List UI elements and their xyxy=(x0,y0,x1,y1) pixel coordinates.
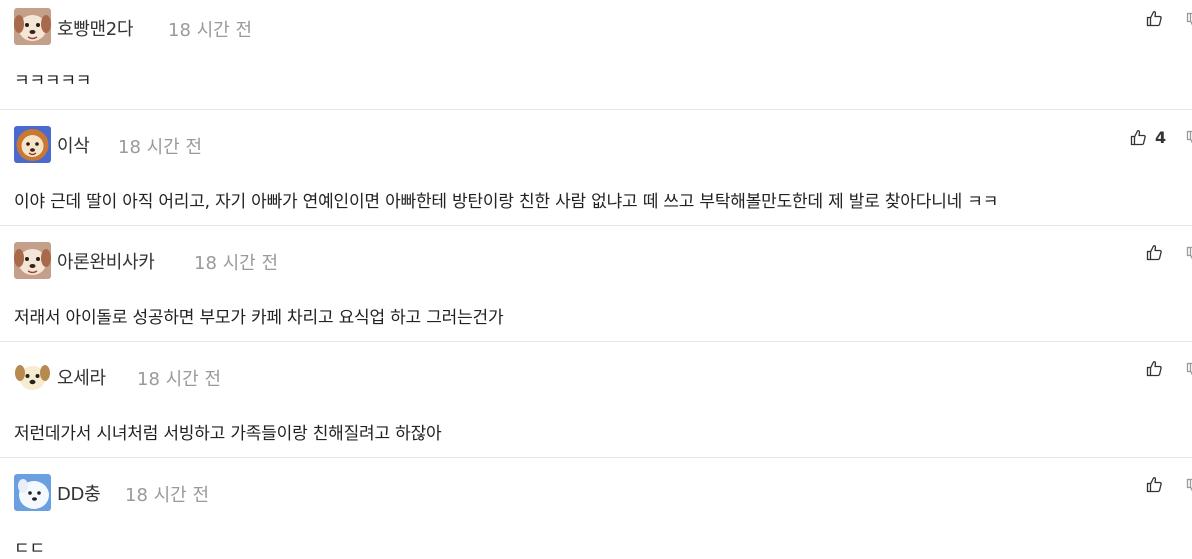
avatar[interactable] xyxy=(14,126,51,163)
avatar[interactable] xyxy=(14,8,51,45)
comment-username[interactable]: 이삭 xyxy=(57,132,90,158)
comment-text: ㄷㄷ xyxy=(14,539,45,559)
comment-item: 이삭 18 시간 전 4 이야 근데 딸이 아직 어리고, 자기 아빠가 연예인… xyxy=(0,110,1192,226)
comment-item: DD충 18 시간 전 ㄷㄷ xyxy=(0,458,1192,559)
thumbs-up-icon xyxy=(1146,245,1162,261)
lion-face-icon xyxy=(14,126,51,163)
dislike-button[interactable] xyxy=(1186,362,1192,380)
comment-item: 오세라 18 시간 전 저런데가서 시녀처럼 서빙하고 가족들이랑 친해질려고 … xyxy=(0,342,1192,458)
comment-username[interactable]: 아론완비사카 xyxy=(57,248,155,274)
like-button[interactable] xyxy=(1146,244,1171,261)
dislike-button[interactable] xyxy=(1186,12,1192,30)
comment-text: 저런데가서 시녀처럼 서빙하고 가족들이랑 친해질려고 하잖아 xyxy=(14,424,442,444)
comment-item: 호빵맨2다 18 시간 전 ㅋㅋㅋㅋㅋ xyxy=(0,0,1192,110)
thumbs-up-icon xyxy=(1146,477,1162,493)
dog-face-icon xyxy=(14,8,51,45)
comment-username[interactable]: DD충 xyxy=(57,480,101,506)
comment-time: 18 시간 전 xyxy=(137,369,222,390)
white-dog-icon xyxy=(14,474,51,511)
like-button[interactable] xyxy=(1146,360,1171,377)
thumbs-down-icon xyxy=(1186,12,1192,26)
thumbs-down-icon xyxy=(1186,478,1192,492)
comment-time: 18 시간 전 xyxy=(168,20,253,41)
avatar[interactable] xyxy=(14,242,51,279)
comment-username[interactable]: 오세라 xyxy=(57,364,106,390)
thumbs-down-icon xyxy=(1186,130,1192,144)
dislike-button[interactable] xyxy=(1186,246,1192,264)
dog-face-icon xyxy=(14,242,51,279)
comment-time: 18 시간 전 xyxy=(194,253,279,274)
comment-time: 18 시간 전 xyxy=(118,137,203,158)
comment-text: 저래서 아이돌로 성공하면 부모가 카페 차리고 요식업 하고 그러는건가 xyxy=(14,308,504,328)
comment-item: 아론완비사카 18 시간 전 저래서 아이돌로 성공하면 부모가 카페 차리고 … xyxy=(0,226,1192,342)
comment-text: ㅋㅋㅋㅋㅋ xyxy=(14,71,92,91)
comment-text: 이야 근데 딸이 아직 어리고, 자기 아빠가 연예인이면 아빠한테 방탄이랑 … xyxy=(14,192,999,212)
dislike-button[interactable] xyxy=(1186,130,1192,148)
puppy-face-icon xyxy=(14,358,51,395)
thumbs-up-icon xyxy=(1146,361,1162,377)
avatar[interactable] xyxy=(14,474,51,511)
comment-time: 18 시간 전 xyxy=(125,485,210,506)
avatar[interactable] xyxy=(14,358,51,395)
thumbs-down-icon xyxy=(1186,246,1192,260)
like-button[interactable] xyxy=(1146,10,1171,27)
thumbs-down-icon xyxy=(1186,362,1192,376)
dislike-button[interactable] xyxy=(1186,478,1192,496)
like-button[interactable] xyxy=(1146,476,1171,493)
like-count: 4 xyxy=(1155,128,1167,147)
thumbs-up-icon xyxy=(1146,11,1162,27)
like-button[interactable]: 4 xyxy=(1130,128,1166,147)
comment-username[interactable]: 호빵맨2다 xyxy=(57,15,134,41)
thumbs-up-icon xyxy=(1130,130,1146,146)
